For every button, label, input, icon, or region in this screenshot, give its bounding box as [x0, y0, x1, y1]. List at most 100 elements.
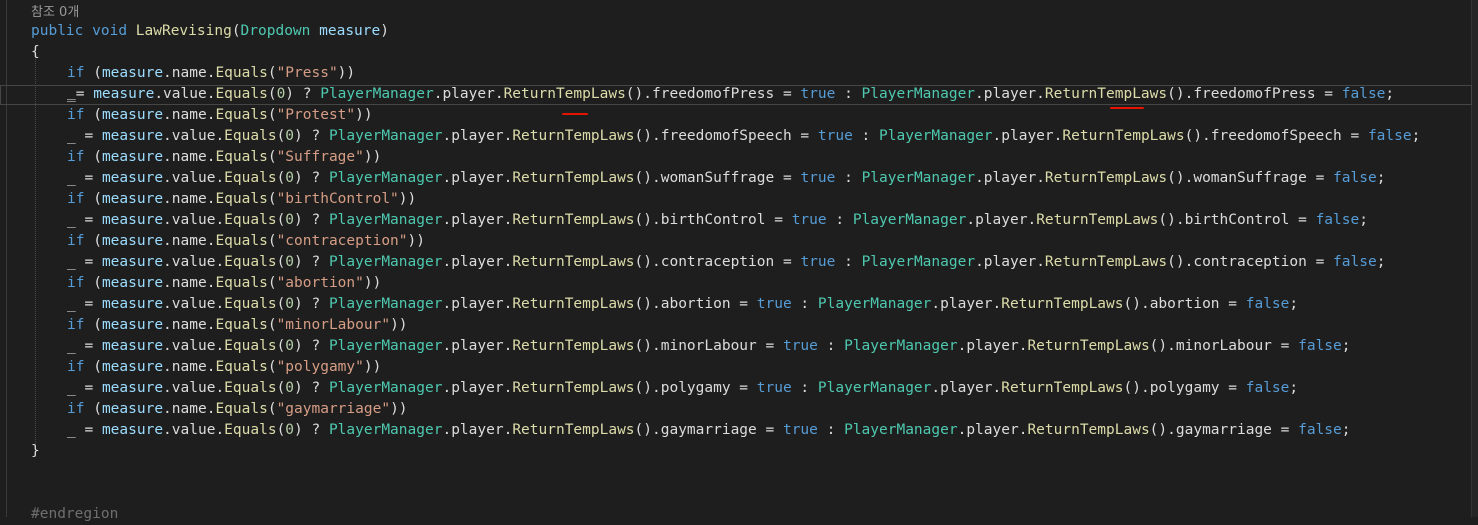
value-prop[interactable]: value — [172, 338, 216, 354]
measure-ref[interactable]: measure — [102, 212, 163, 228]
equals-call[interactable]: Equals — [215, 275, 267, 291]
player-manager-ref[interactable]: PlayerManager — [862, 86, 976, 102]
measure-ref[interactable]: measure — [102, 128, 163, 144]
ternary-assignment[interactable]: _ = measure.value.Equals(0) ? PlayerMana… — [67, 294, 1298, 315]
measure-ref[interactable]: measure — [102, 380, 163, 396]
code-editor[interactable]: 참조 0개 public void LawRevising(Dropdown m… — [0, 0, 1478, 522]
return-temp-laws-call[interactable]: ReturnTempLaws — [512, 212, 634, 228]
player-prop[interactable]: player — [966, 338, 1018, 354]
name-prop[interactable]: name — [172, 65, 207, 81]
law-field[interactable]: polygamy — [661, 380, 731, 396]
player-manager-ref[interactable]: PlayerManager — [844, 422, 958, 438]
law-field[interactable]: gaymarriage — [661, 422, 757, 438]
method-signature[interactable]: public void LawRevising(Dropdown measure… — [31, 21, 389, 42]
discard[interactable]: _ — [67, 296, 76, 312]
return-temp-laws-call[interactable]: ReturnTempLaws — [1045, 170, 1167, 186]
value-prop[interactable]: value — [163, 86, 207, 102]
value-prop[interactable]: value — [172, 128, 216, 144]
if-statement[interactable]: if (measure.name.Equals("minorLabour")) — [67, 315, 408, 336]
equals-call[interactable]: Equals — [215, 191, 267, 207]
law-field[interactable]: birthControl — [1185, 212, 1290, 228]
ternary-assignment[interactable]: _ = measure.value.Equals(0) ? PlayerMana… — [67, 378, 1298, 399]
return-temp-laws-call[interactable]: ReturnTempLaws — [512, 296, 634, 312]
player-prop[interactable]: player — [451, 212, 503, 228]
name-prop[interactable]: name — [172, 401, 207, 417]
param-name[interactable]: measure — [319, 23, 380, 39]
measure-ref[interactable]: measure — [102, 254, 163, 270]
discard[interactable]: _ — [67, 338, 76, 354]
equals-call[interactable]: Equals — [224, 212, 276, 228]
if-statement[interactable]: if (measure.name.Equals("Suffrage")) — [67, 147, 381, 168]
name-prop[interactable]: name — [172, 191, 207, 207]
discard[interactable]: _ — [67, 86, 76, 102]
discard[interactable]: _ — [67, 380, 76, 396]
measure-ref[interactable]: measure — [102, 149, 163, 165]
player-prop[interactable]: player — [451, 338, 503, 354]
value-prop[interactable]: value — [172, 254, 216, 270]
measure-ref[interactable]: measure — [102, 107, 163, 123]
player-prop[interactable]: player — [451, 128, 503, 144]
return-temp-laws-call[interactable]: ReturnTempLaws — [512, 128, 634, 144]
ternary-assignment[interactable]: _ = measure.value.Equals(0) ? PlayerMana… — [67, 126, 1420, 147]
law-field[interactable]: womanSuffrage — [1193, 170, 1307, 186]
equals-call[interactable]: Equals — [224, 422, 276, 438]
value-prop[interactable]: value — [172, 380, 216, 396]
equals-call[interactable]: Equals — [215, 149, 267, 165]
return-temp-laws-call[interactable]: ReturnTempLaws — [1027, 422, 1149, 438]
player-manager-ref[interactable]: PlayerManager — [862, 254, 976, 270]
law-field[interactable]: womanSuffrage — [661, 170, 775, 186]
discard[interactable]: _ — [67, 170, 76, 186]
player-prop[interactable]: player — [940, 296, 992, 312]
measure-ref[interactable]: measure — [102, 401, 163, 417]
player-prop[interactable]: player — [1001, 128, 1053, 144]
value-prop[interactable]: value — [172, 422, 216, 438]
player-manager-ref[interactable]: PlayerManager — [329, 338, 443, 354]
player-prop[interactable]: player — [451, 422, 503, 438]
player-manager-ref[interactable]: PlayerManager — [329, 380, 443, 396]
name-prop[interactable]: name — [172, 107, 207, 123]
measure-ref[interactable]: measure — [102, 65, 163, 81]
player-manager-ref[interactable]: PlayerManager — [844, 338, 958, 354]
ternary-assignment[interactable]: _= measure.value.Equals(0) ? PlayerManag… — [67, 84, 1394, 105]
player-prop[interactable]: player — [451, 170, 503, 186]
name-prop[interactable]: name — [172, 275, 207, 291]
if-statement[interactable]: if (measure.name.Equals("gaymarriage")) — [67, 399, 408, 420]
measure-ref[interactable]: measure — [102, 191, 163, 207]
return-temp-laws-call[interactable]: ReturnTempLaws — [1062, 128, 1184, 144]
value-prop[interactable]: value — [172, 170, 216, 186]
value-prop[interactable]: value — [172, 296, 216, 312]
discard[interactable]: _ — [67, 128, 76, 144]
equals-call[interactable]: Equals — [224, 254, 276, 270]
method-name[interactable]: LawRevising — [136, 23, 232, 39]
player-manager-ref[interactable]: PlayerManager — [329, 128, 443, 144]
law-field[interactable]: abortion — [1150, 296, 1220, 312]
equals-call[interactable]: Equals — [215, 359, 267, 375]
measure-ref[interactable]: measure — [102, 359, 163, 375]
return-temp-laws-call[interactable]: ReturnTempLaws — [512, 254, 634, 270]
equals-call[interactable]: Equals — [224, 128, 276, 144]
equals-call[interactable]: Equals — [224, 380, 276, 396]
discard[interactable]: _ — [67, 212, 76, 228]
if-statement[interactable]: if (measure.name.Equals("polygamy")) — [67, 357, 381, 378]
if-statement[interactable]: if (measure.name.Equals("birthControl")) — [67, 189, 416, 210]
measure-ref[interactable]: measure — [102, 275, 163, 291]
measure-ref[interactable]: measure — [102, 170, 163, 186]
if-statement[interactable]: if (measure.name.Equals("contraception")… — [67, 231, 425, 252]
equals-call[interactable]: Equals — [224, 170, 276, 186]
return-temp-laws-call[interactable]: ReturnTempLaws — [512, 380, 634, 396]
player-prop[interactable]: player — [940, 380, 992, 396]
player-prop[interactable]: player — [984, 254, 1036, 270]
player-prop[interactable]: player — [442, 86, 494, 102]
name-prop[interactable]: name — [172, 317, 207, 333]
if-statement[interactable]: if (measure.name.Equals("abortion")) — [67, 273, 381, 294]
return-temp-laws-call[interactable]: ReturnTempLaws — [512, 170, 634, 186]
codelens-references[interactable]: 참조 0개 — [31, 2, 79, 23]
ternary-assignment[interactable]: _ = measure.value.Equals(0) ? PlayerMana… — [67, 168, 1385, 189]
law-field[interactable]: polygamy — [1150, 380, 1220, 396]
measure-ref[interactable]: measure — [102, 296, 163, 312]
return-temp-laws-call[interactable]: ReturnTempLaws — [1001, 380, 1123, 396]
ternary-assignment[interactable]: _ = measure.value.Equals(0) ? PlayerMana… — [67, 420, 1351, 441]
player-manager-ref[interactable]: PlayerManager — [862, 170, 976, 186]
return-temp-laws-call[interactable]: ReturnTempLaws — [512, 338, 634, 354]
ternary-assignment[interactable]: _ = measure.value.Equals(0) ? PlayerMana… — [67, 252, 1385, 273]
